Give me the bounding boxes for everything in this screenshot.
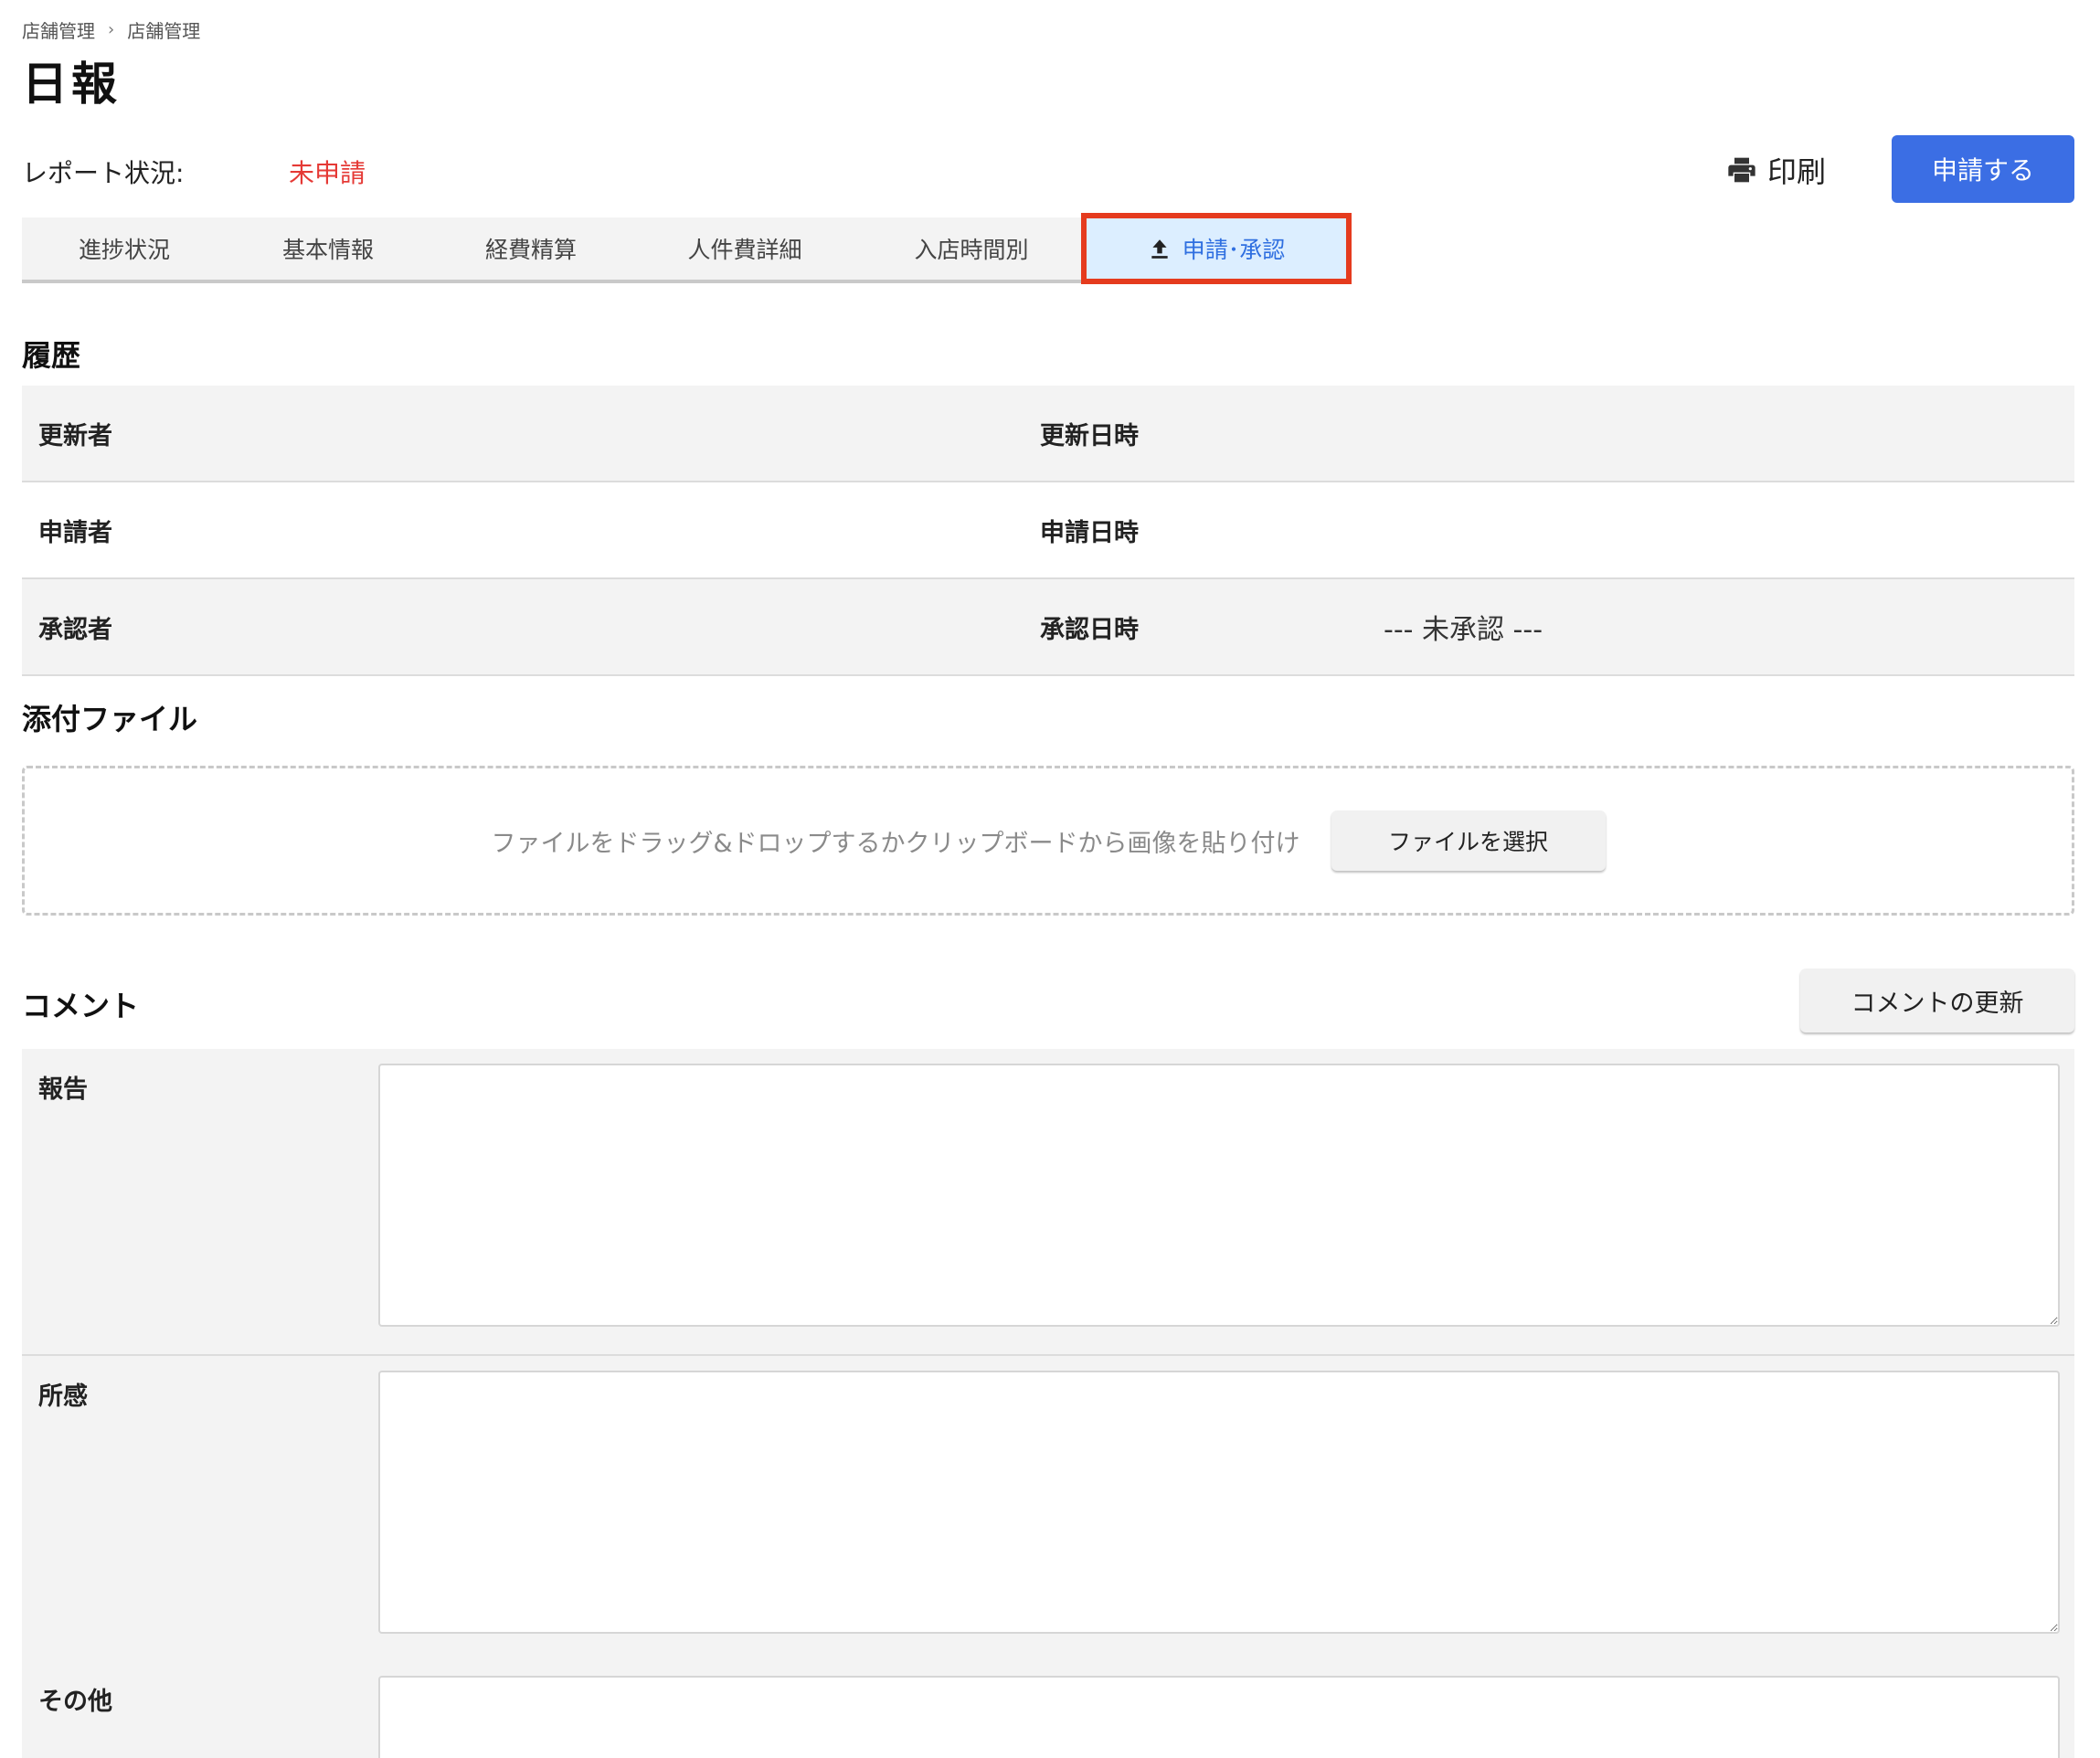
comment-row-impression: 所感 [22,1356,2074,1663]
tab-expenses[interactable]: 経費精算 [430,217,632,280]
file-dropzone[interactable]: ファイルをドラッグ&ドロップするかクリップボードから画像を貼り付け ファイルを選… [22,766,2074,916]
tab-progress[interactable]: 進捗状況 [22,217,227,280]
comment-row-report: 報告 [22,1049,2074,1356]
breadcrumb: 店舗管理 › 店舗管理 [22,16,200,43]
daily-report-page: 店舗管理 › 店舗管理 日報 レポート状況: 未申請 印刷 申請する 進捗状況 … [0,0,2100,1758]
breadcrumb-separator: › [108,20,115,39]
attachments-title: 添付ファイル [22,702,198,736]
impression-textarea[interactable] [378,1371,2060,1634]
tab-labor-cost[interactable]: 人件費詳細 [632,217,857,280]
report-status: レポート状況: 未申請 [22,154,366,190]
approver-label: 承認者 [38,615,112,644]
report-status-value: 未申請 [289,158,366,188]
applied-at-label: 申請日時 [1040,518,1139,547]
report-label: 報告 [38,1075,88,1104]
update-comment-button[interactable]: コメントの更新 [1800,969,2074,1033]
history-row-applied: 申請者 申請日時 [22,482,2074,579]
select-file-button[interactable]: ファイルを選択 [1331,810,1606,871]
tab-basic-info[interactable]: 基本情報 [227,217,430,280]
updater-label: 更新者 [38,421,112,450]
tab-bar: 進捗状況 基本情報 経費精算 人件費詳細 入店時間別 申請･承認 [22,213,1352,284]
history-title: 履歴 [22,338,81,373]
impression-label: 所感 [38,1382,88,1411]
tab-apply-approve-label: 申請･承認 [1182,237,1286,263]
breadcrumb-item-1[interactable]: 店舗管理 [22,16,95,43]
history-table: 更新者 更新日時 申請者 申請日時 承認者 承認日時 --- 未承認 --- [22,386,2074,676]
report-status-label: レポート状況: [22,158,185,188]
dropzone-hint: ファイルをドラッグ&ドロップするかクリップボードから画像を貼り付け [491,829,1300,858]
apply-button[interactable]: 申請する [1892,135,2074,203]
comment-row-other: その他 [22,1661,2074,1758]
comments-title: コメント [22,989,140,1023]
approved-at-value: --- 未承認 --- [1384,614,1543,646]
print-label: 印刷 [1767,154,1827,189]
page-title: 日報 [22,58,121,111]
breadcrumb-item-2[interactable]: 店舗管理 [127,16,200,43]
other-textarea[interactable] [378,1676,2060,1758]
approved-at-label: 承認日時 [1040,615,1139,644]
other-label: その他 [38,1688,112,1716]
tab-apply-approve[interactable]: 申請･承認 [1081,213,1352,284]
history-row-approved: 承認者 承認日時 --- 未承認 --- [22,579,2074,676]
print-button[interactable]: 印刷 [1727,146,1826,194]
history-row-updated: 更新者 更新日時 [22,386,2074,482]
printer-icon [1728,157,1755,183]
report-textarea[interactable] [378,1064,2060,1327]
updated-at-label: 更新日時 [1040,421,1139,450]
upload-icon [1151,239,1168,259]
applicant-label: 申請者 [38,518,112,547]
tab-entry-time[interactable]: 入店時間別 [857,217,1086,280]
